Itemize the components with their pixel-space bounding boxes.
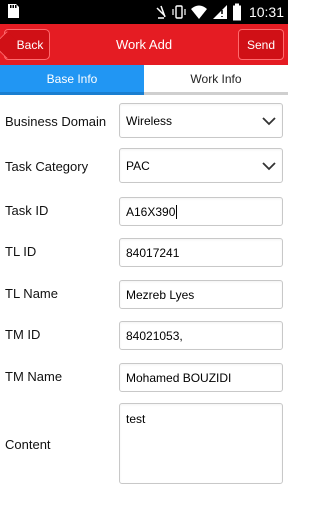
tl-id-label: TL ID — [5, 244, 37, 259]
content-label: Content — [5, 437, 51, 452]
business-domain-value: Wireless — [126, 113, 173, 128]
task-category-select[interactable]: PAC — [119, 148, 283, 183]
tl-id-input[interactable]: 84017241 — [119, 238, 283, 267]
tm-name-label: TM Name — [5, 369, 63, 384]
tm-name-input[interactable]: Mohamed BOUZIDI — [119, 363, 283, 392]
sd-card-icon — [8, 4, 19, 18]
tm-id-input[interactable]: 84021053, — [119, 321, 283, 350]
tm-name-value: Mohamed BOUZIDI — [126, 370, 232, 385]
chevron-down-icon — [262, 116, 276, 125]
page-title: Work Add — [115, 37, 173, 52]
text-cursor — [176, 204, 178, 219]
tab-base-info[interactable]: Base Info — [0, 65, 144, 95]
task-category-value: PAC — [126, 158, 150, 173]
content-textarea[interactable]: test — [119, 403, 283, 484]
tl-id-value: 84017241 — [126, 245, 180, 260]
signal-icon — [212, 5, 227, 19]
wifi-icon — [190, 5, 207, 19]
task-id-input[interactable]: A16X390 — [119, 197, 283, 226]
vibrate-icon — [172, 5, 186, 19]
tm-id-label: TM ID — [5, 327, 41, 342]
no-signal-icon — [156, 5, 166, 19]
clock: 10:31 — [248, 4, 284, 20]
tl-name-label: TL Name — [5, 286, 58, 301]
tm-id-value: 84021053, — [126, 328, 183, 343]
business-domain-label: Business Domain — [5, 114, 107, 129]
chevron-down-icon — [262, 161, 276, 170]
tab-bar: Base Info Work Info — [0, 65, 288, 95]
battery-icon — [232, 3, 241, 21]
tab-work-info[interactable]: Work Info — [144, 65, 288, 95]
task-id-label: Task ID — [5, 203, 49, 218]
business-domain-select[interactable]: Wireless — [119, 103, 283, 138]
tl-name-input[interactable]: Mezreb Lyes — [119, 280, 283, 309]
task-id-value: A16X390 — [126, 204, 176, 219]
status-bar: 10:31 — [0, 0, 288, 24]
content-value: test — [126, 412, 146, 426]
tl-name-value: Mezreb Lyes — [126, 287, 195, 302]
task-category-label: Task Category — [5, 159, 89, 174]
